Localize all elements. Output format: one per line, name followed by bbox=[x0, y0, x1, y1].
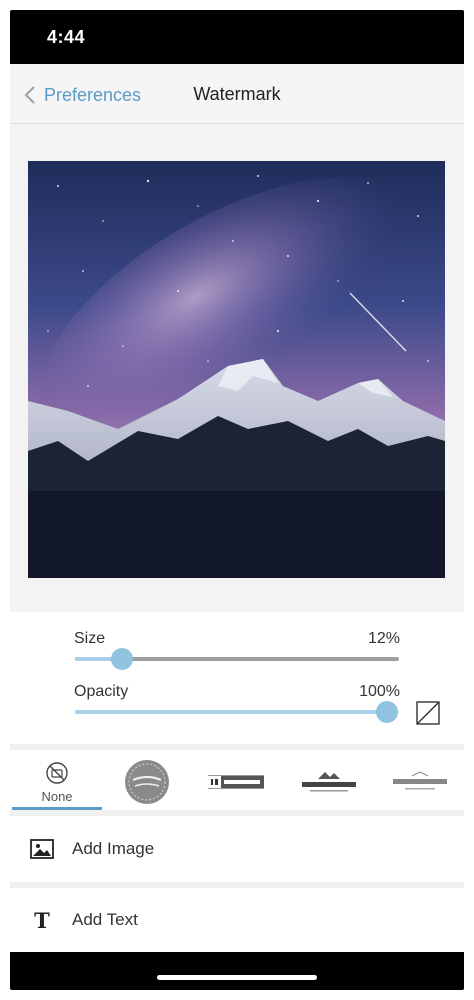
preset-none[interactable]: None bbox=[12, 750, 102, 814]
home-bar bbox=[10, 952, 464, 990]
opacity-slider-thumb[interactable] bbox=[376, 701, 398, 723]
navigation-bar: Preferences Watermark bbox=[10, 64, 464, 124]
size-label: Size bbox=[74, 630, 106, 647]
text-icon: T bbox=[34, 907, 50, 933]
opacity-slider-fill bbox=[75, 710, 387, 714]
ps-express-mountain-logo bbox=[302, 772, 356, 792]
diagonal-toggle-icon[interactable] bbox=[416, 701, 440, 725]
size-slider-thumb[interactable] bbox=[110, 648, 133, 670]
photoshop-express-badge-logo bbox=[125, 760, 169, 804]
status-time: 4:44 bbox=[47, 27, 86, 47]
opacity-value: 100% bbox=[359, 683, 400, 700]
add-text-row[interactable]: T Add Text bbox=[10, 888, 464, 952]
ps-express-script-logo bbox=[393, 771, 447, 790]
app-screen: 4:44 Preferences Watermark Size 12% Opac… bbox=[10, 10, 464, 990]
preset-none-label: None bbox=[41, 788, 73, 804]
preview-area bbox=[10, 124, 464, 612]
size-slider[interactable] bbox=[75, 648, 399, 670]
add-text-label: Add Text bbox=[72, 910, 138, 929]
home-indicator[interactable] bbox=[157, 975, 317, 980]
ps-express-box-logo bbox=[208, 775, 264, 789]
preset-badge[interactable] bbox=[120, 750, 174, 814]
opacity-label: Opacity bbox=[74, 683, 129, 700]
watermark-presets: None bbox=[10, 750, 464, 814]
add-image-label: Add Image bbox=[72, 839, 155, 858]
preview-photo bbox=[28, 161, 445, 578]
no-watermark-icon bbox=[46, 761, 68, 784]
status-bar: 4:44 bbox=[10, 10, 464, 64]
mountain-night-sky-photo bbox=[28, 161, 445, 578]
opacity-slider[interactable] bbox=[75, 701, 398, 723]
add-image-row[interactable]: Add Image bbox=[10, 816, 464, 882]
preset-ps-express-mountain[interactable] bbox=[298, 750, 360, 814]
preset-ps-express-box[interactable] bbox=[206, 750, 266, 814]
watermark-sliders: Size 12% Opacity 100% bbox=[10, 612, 464, 744]
nav-title-wrap: Watermark bbox=[10, 84, 464, 105]
preset-ps-express-script[interactable] bbox=[388, 750, 452, 814]
page-title: Watermark bbox=[193, 84, 281, 104]
image-icon bbox=[30, 837, 54, 861]
size-value: 12% bbox=[367, 630, 400, 647]
